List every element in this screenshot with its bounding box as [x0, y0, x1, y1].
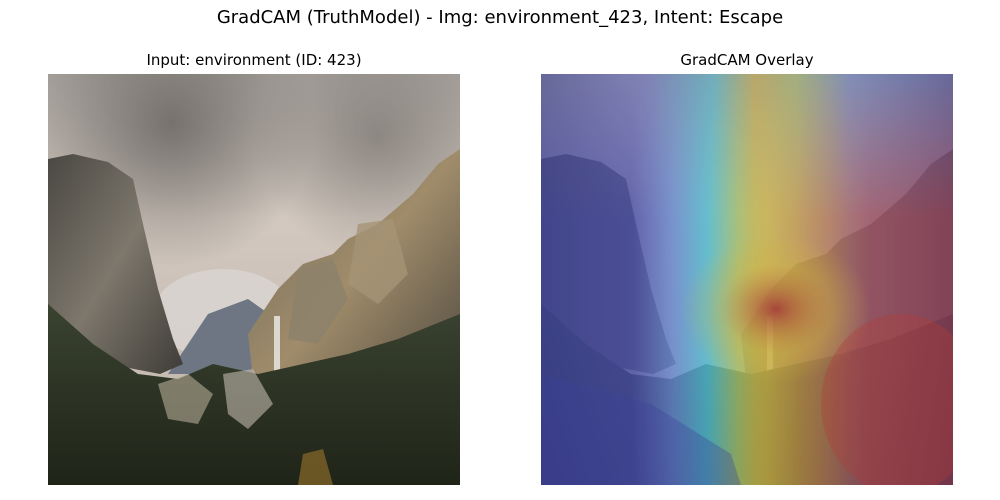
gradcam-overlay-image — [541, 74, 953, 485]
landscape-photo — [48, 74, 460, 485]
input-image — [48, 74, 460, 485]
input-panel-title: Input: environment (ID: 423) — [146, 51, 362, 69]
figure-title: GradCAM (TruthModel) - Img: environment_… — [216, 7, 784, 28]
overlay-panel-title: GradCAM Overlay — [680, 51, 814, 69]
gradcam-overlay-panel: GradCAM Overlay — [541, 48, 953, 488]
input-image-panel: Input: environment (ID: 423) — [48, 48, 460, 488]
gradcam-heatmap — [541, 74, 953, 485]
